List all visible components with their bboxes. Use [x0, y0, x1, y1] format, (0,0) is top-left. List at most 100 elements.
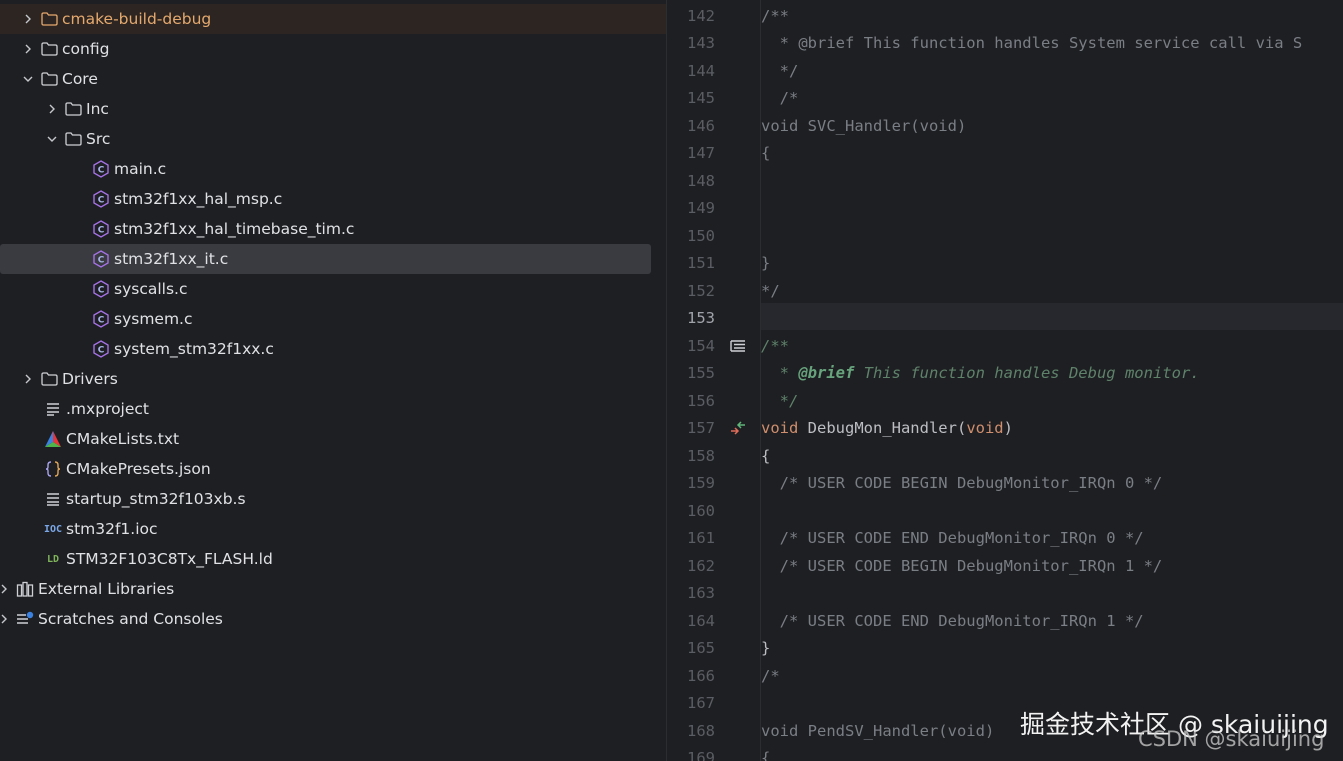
- code-text: void PendSV_Handler(void): [761, 721, 995, 740]
- code-line[interactable]: 162 /* USER CODE BEGIN DebugMonitor_IRQn…: [667, 552, 1343, 579]
- code-line[interactable]: 152 */: [667, 277, 1343, 304]
- svg-text:C: C: [98, 316, 105, 326]
- tree-item-label: sysmem.c: [114, 310, 193, 328]
- tree-item-label: Scratches and Consoles: [38, 610, 223, 628]
- code-line[interactable]: 142 /**: [667, 2, 1343, 29]
- code-line[interactable]: 166 /*: [667, 662, 1343, 689]
- tree-item-flash-ld[interactable]: LD STM32F103C8Tx_FLASH.ld: [0, 544, 666, 574]
- tree-item-sysmem-c[interactable]: C sysmem.c: [0, 304, 666, 334]
- line-number: 169: [687, 748, 715, 761]
- tree-item-ioc[interactable]: IOC stm32f1.ioc: [0, 514, 666, 544]
- c-file-icon: C: [92, 190, 110, 208]
- code-line[interactable]: 160: [667, 497, 1343, 524]
- line-number: 146: [687, 116, 715, 135]
- line-number: 154: [687, 336, 715, 355]
- tree-item-label: Inc: [86, 100, 109, 118]
- ioc-file-icon: IOC: [43, 523, 63, 535]
- tree-item-label: External Libraries: [38, 580, 175, 598]
- folder-icon: [64, 100, 82, 118]
- chevron-down-icon[interactable]: [20, 71, 36, 87]
- tree-item-inc[interactable]: Inc: [0, 94, 666, 124]
- tree-item-label: Drivers: [62, 370, 118, 388]
- tree-item-label: stm32f1xx_hal_msp.c: [114, 190, 283, 208]
- code-line-current[interactable]: 153: [667, 304, 1343, 331]
- chevron-right-icon[interactable]: [0, 581, 12, 597]
- tree-item-system-stm32f1xx-c[interactable]: C system_stm32f1xx.c: [0, 334, 666, 364]
- code-line[interactable]: 147 {: [667, 139, 1343, 166]
- code-line[interactable]: 150: [667, 222, 1343, 249]
- tree-item-label: CMakePresets.json: [66, 460, 211, 478]
- tree-item-syscalls-c[interactable]: C syscalls.c: [0, 274, 666, 304]
- line-number: 166: [687, 666, 715, 685]
- code-line[interactable]: 143 * @brief This function handles Syste…: [667, 29, 1343, 56]
- code-line[interactable]: 149: [667, 194, 1343, 221]
- related-symbol-icon[interactable]: [715, 420, 761, 436]
- code-text: /* USER CODE END DebugMonitor_IRQn 1 */: [761, 611, 1144, 630]
- code-line[interactable]: 158 {: [667, 442, 1343, 469]
- tree-item-src[interactable]: Src: [0, 124, 666, 154]
- line-number: 162: [687, 556, 715, 575]
- line-number: 161: [687, 528, 715, 547]
- tree-item-it-c[interactable]: C stm32f1xx_it.c: [0, 244, 651, 274]
- line-number: 159: [687, 473, 715, 492]
- tree-item-main-c[interactable]: C main.c: [0, 154, 666, 184]
- tree-item-hal-timebase-tim-c[interactable]: C stm32f1xx_hal_timebase_tim.c: [0, 214, 666, 244]
- tree-item-mxproject[interactable]: .mxproject: [0, 394, 666, 424]
- line-number: 144: [687, 61, 715, 80]
- code-line[interactable]: 163: [667, 579, 1343, 606]
- tree-item-cmake-build-debug[interactable]: cmake-build-debug: [0, 4, 666, 34]
- line-number: 156: [687, 391, 715, 410]
- tree-item-core[interactable]: Core: [0, 64, 666, 94]
- svg-text:C: C: [98, 196, 105, 206]
- line-number: 151: [687, 253, 715, 272]
- code-editor[interactable]: 142 /** 143 * @brief This function handl…: [667, 0, 1343, 761]
- chevron-right-icon[interactable]: [0, 611, 12, 627]
- tree-item-label: main.c: [114, 160, 167, 178]
- svg-text:C: C: [98, 226, 105, 236]
- code-text: */: [761, 281, 780, 300]
- tree-item-hal-msp-c[interactable]: C stm32f1xx_hal_msp.c: [0, 184, 666, 214]
- code-text: /* USER CODE BEGIN DebugMonitor_IRQn 0 *…: [761, 473, 1163, 492]
- code-line[interactable]: 161 /* USER CODE END DebugMonitor_IRQn 0…: [667, 524, 1343, 551]
- code-text: {: [761, 143, 771, 162]
- tree-item-label: syscalls.c: [114, 280, 188, 298]
- tree-item-label: stm32f1xx_hal_timebase_tim.c: [114, 220, 355, 238]
- code-text: */: [761, 61, 799, 80]
- svg-text:C: C: [98, 256, 105, 266]
- code-text: /* USER CODE BEGIN DebugMonitor_IRQn 1 *…: [761, 556, 1163, 575]
- tree-item-label: startup_stm32f103xb.s: [66, 490, 246, 508]
- code-line[interactable]: 164 /* USER CODE END DebugMonitor_IRQn 1…: [667, 607, 1343, 634]
- line-number: 155: [687, 363, 715, 382]
- chevron-right-icon[interactable]: [20, 41, 36, 57]
- code-line[interactable]: 145 /*: [667, 84, 1343, 111]
- tree-item-startup-s[interactable]: startup_stm32f103xb.s: [0, 484, 666, 514]
- code-line[interactable]: 146 void SVC_Handler(void): [667, 112, 1343, 139]
- code-line[interactable]: 165 }: [667, 634, 1343, 661]
- code-line[interactable]: 144 */: [667, 57, 1343, 84]
- code-line[interactable]: 159 /* USER CODE BEGIN DebugMonitor_IRQn…: [667, 469, 1343, 496]
- code-line[interactable]: 156 */: [667, 387, 1343, 414]
- documentation-toggle-icon[interactable]: [715, 339, 761, 352]
- line-number: 158: [687, 446, 715, 465]
- scratches-icon: [16, 610, 34, 628]
- folder-icon: [64, 130, 82, 148]
- library-icon: [16, 580, 34, 598]
- code-text: /**: [761, 336, 789, 355]
- line-number: 145: [687, 88, 715, 107]
- code-line[interactable]: 151 }: [667, 249, 1343, 276]
- code-line[interactable]: 148: [667, 167, 1343, 194]
- chevron-down-icon[interactable]: [44, 131, 60, 147]
- chevron-right-icon[interactable]: [20, 11, 36, 27]
- tree-item-cmakepresets[interactable]: CMakePresets.json: [0, 454, 666, 484]
- code-line[interactable]: 157 void DebugMon_Handler(void): [667, 414, 1343, 441]
- tree-item-config[interactable]: config: [0, 34, 666, 64]
- tree-item-external-libraries[interactable]: External Libraries: [0, 574, 666, 604]
- tree-item-cmakelists[interactable]: CMakeLists.txt: [0, 424, 666, 454]
- code-line[interactable]: 155 * @brief This function handles Debug…: [667, 359, 1343, 386]
- code-text: * @brief This function handles Debug mon…: [761, 363, 1200, 382]
- tree-item-scratches-consoles[interactable]: Scratches and Consoles: [0, 604, 666, 634]
- tree-item-drivers[interactable]: Drivers: [0, 364, 666, 394]
- chevron-right-icon[interactable]: [44, 101, 60, 117]
- chevron-right-icon[interactable]: [20, 371, 36, 387]
- code-line[interactable]: 154 /**: [667, 332, 1343, 359]
